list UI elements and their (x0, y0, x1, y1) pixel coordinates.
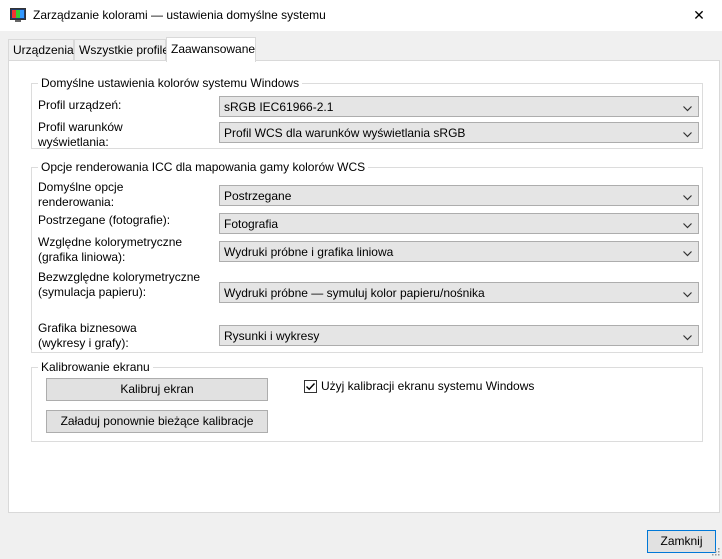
chevron-down-icon (683, 331, 692, 341)
default-rendering-select[interactable]: Postrzegane (219, 185, 699, 206)
device-profile-label: Profil urządzeń: (38, 98, 122, 112)
use-windows-calibration-checkbox[interactable] (304, 380, 317, 393)
use-windows-calibration-label[interactable]: Użyj kalibracji ekranu systemu Windows (321, 379, 534, 394)
icc-rendering-legend: Opcje renderowania ICC dla mapowania gam… (38, 160, 369, 174)
viewing-conditions-select[interactable]: Profil WCS dla warunków wyświetlania sRG… (219, 122, 699, 143)
viewing-conditions-label: Profil warunków wyświetlania: (38, 120, 123, 149)
chevron-down-icon (683, 219, 692, 229)
calibration-legend: Kalibrowanie ekranu (38, 360, 153, 374)
close-button[interactable]: Zamknij (647, 530, 716, 553)
business-graphics-select[interactable]: Rysunki i wykresy (219, 325, 699, 346)
perceptual-value: Fotografia (224, 217, 279, 231)
windows-defaults-legend: Domyślne ustawienia kolorów systemu Wind… (38, 76, 303, 90)
tab-label: Zaawansowane (171, 42, 256, 56)
tab-all-profiles[interactable]: Wszystkie profile (74, 39, 170, 60)
tab-devices[interactable]: Urządzenia (8, 39, 74, 60)
default-rendering-value: Postrzegane (224, 189, 292, 203)
device-profile-select[interactable]: sRGB IEC61966-2.1 (219, 96, 699, 117)
perceptual-label: Postrzegane (fotografie): (38, 213, 171, 227)
title-bar: Zarządzanie kolorami — ustawienia domyśl… (0, 0, 722, 31)
monitor-color-icon (10, 8, 26, 23)
advanced-panel: Domyślne ustawienia kolorów systemu Wind… (8, 60, 720, 513)
window-title: Zarządzanie kolorami — ustawienia domyśl… (33, 8, 326, 22)
chevron-down-icon (683, 191, 692, 201)
device-profile-value: sRGB IEC61966-2.1 (224, 100, 334, 114)
checkmark-icon (306, 383, 316, 391)
tab-strip: Urządzenia Wszystkie profile Zaawansowan… (0, 31, 722, 62)
reload-calibrations-button[interactable]: Załaduj ponownie bieżące kalibracje (46, 410, 268, 433)
chevron-down-icon (683, 102, 692, 112)
business-graphics-label: Grafika biznesowa (wykresy i grafy): (38, 321, 137, 350)
relative-colorimetric-value: Wydruki próbne i grafika liniowa (224, 245, 394, 259)
business-graphics-value: Rysunki i wykresy (224, 329, 320, 343)
tab-label: Wszystkie profile (79, 43, 170, 57)
perceptual-select[interactable]: Fotografia (219, 213, 699, 234)
viewing-conditions-value: Profil WCS dla warunków wyświetlania sRG… (224, 126, 466, 140)
resize-grip-icon[interactable] (710, 545, 720, 556)
absolute-colorimetric-value: Wydruki próbne — symuluj kolor papieru/n… (224, 286, 485, 300)
chevron-down-icon (683, 247, 692, 257)
calibrate-display-button[interactable]: Kalibruj ekran (46, 378, 268, 401)
chevron-down-icon (683, 128, 692, 138)
tab-advanced[interactable]: Zaawansowane (166, 37, 256, 62)
tab-label: Urządzenia (13, 43, 74, 57)
default-rendering-label: Domyślne opcje renderowania: (38, 180, 124, 209)
absolute-colorimetric-label: Bezwzględne kolorymetryczne (symulacja p… (38, 270, 201, 299)
close-icon: ✕ (693, 7, 705, 23)
chevron-down-icon (683, 288, 692, 298)
window-close-button[interactable]: ✕ (676, 0, 722, 31)
relative-colorimetric-select[interactable]: Wydruki próbne i grafika liniowa (219, 241, 699, 262)
absolute-colorimetric-select[interactable]: Wydruki próbne — symuluj kolor papieru/n… (219, 282, 699, 303)
relative-colorimetric-label: Względne kolorymetryczne (grafika liniow… (38, 235, 183, 264)
